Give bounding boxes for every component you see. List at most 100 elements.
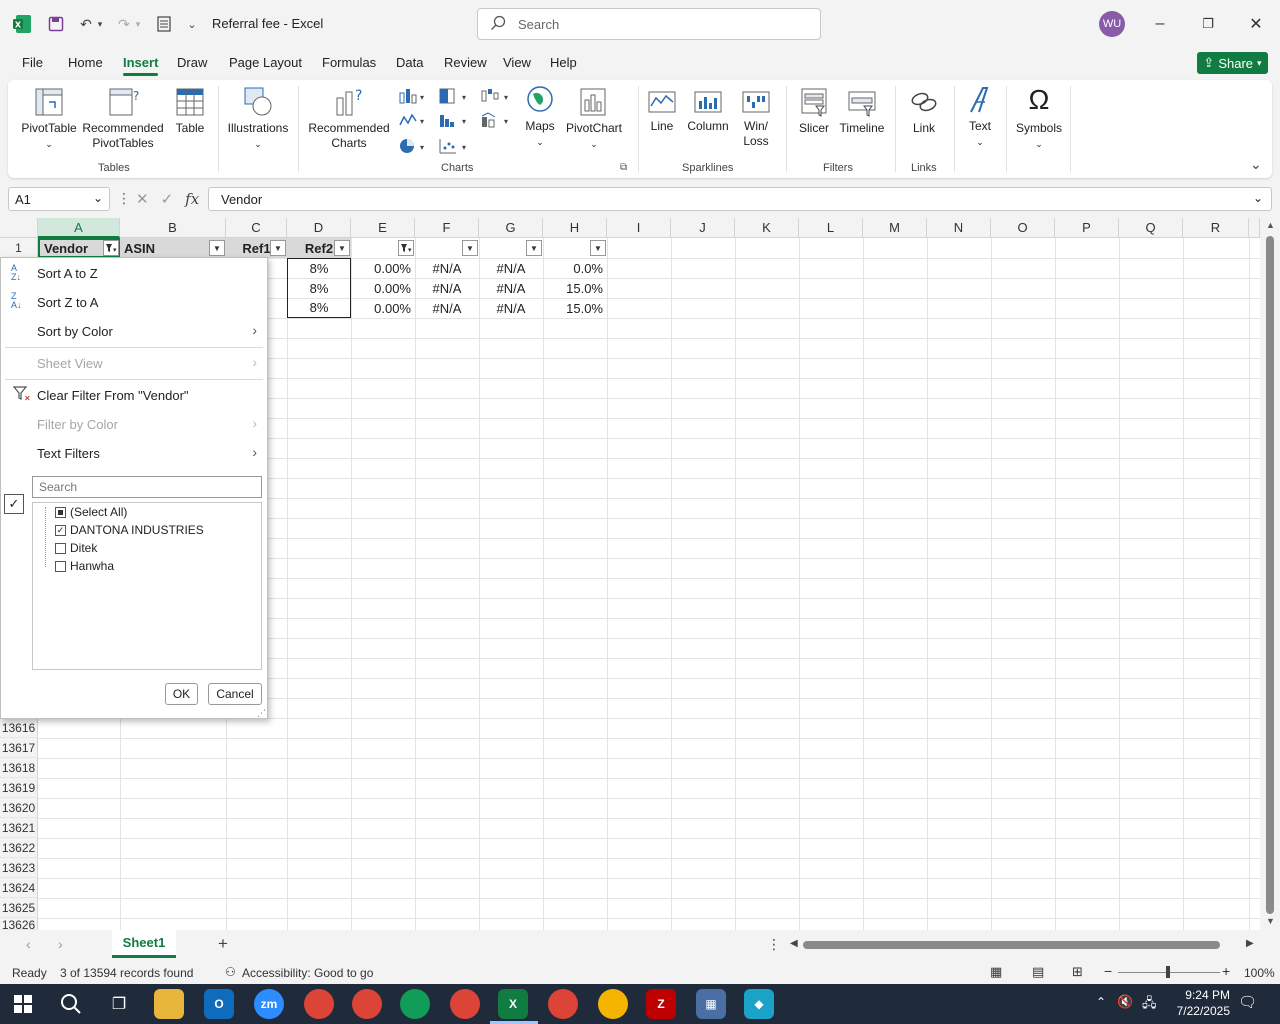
chrome-icon[interactable] <box>304 989 334 1019</box>
column-header-J[interactable]: J <box>671 218 735 238</box>
enter-icon[interactable]: ✓ <box>161 190 174 208</box>
link-button[interactable]: Link <box>902 86 946 136</box>
minimize-icon[interactable]: – <box>1148 12 1172 36</box>
restore-icon[interactable]: ❐ <box>1196 12 1220 36</box>
sort-a-to-z[interactable]: Sort A to Z <box>37 266 98 281</box>
cell-E[interactable]: 0.00% <box>351 278 415 298</box>
tab-view[interactable]: View <box>503 55 531 70</box>
tab-insert[interactable]: Insert <box>123 55 158 70</box>
row-header[interactable]: 13626 <box>0 918 38 930</box>
filezilla-icon[interactable]: Z <box>646 989 676 1019</box>
tab-formulas[interactable]: Formulas <box>322 55 376 70</box>
formula-input[interactable]: Vendor ⌄ <box>208 187 1272 211</box>
list-item[interactable]: ✓ DANTONA INDUSTRIES <box>55 523 204 537</box>
cell-G[interactable]: #N/A <box>479 278 543 298</box>
avatar[interactable]: WU <box>1099 11 1125 37</box>
column-header-C[interactable]: C <box>226 218 287 238</box>
name-box[interactable]: A1 ⌄ <box>8 187 110 211</box>
chrome-icon[interactable] <box>400 989 430 1019</box>
hierarchy-chart-icon[interactable]: ▾ <box>438 86 468 106</box>
collapse-ribbon-icon[interactable]: ⌄ <box>1250 156 1262 173</box>
illustrations-button[interactable]: Illustrations ⌄ <box>224 84 292 152</box>
scroll-left-icon[interactable]: ◀ <box>790 938 798 949</box>
column-header-L[interactable]: L <box>799 218 863 238</box>
taskbar-clock[interactable]: 9:24 PM 7/22/2025 <box>1164 987 1230 1019</box>
tab-help[interactable]: Help <box>550 55 577 70</box>
add-sheet-icon[interactable]: + <box>218 934 228 954</box>
cell-G[interactable]: #N/A <box>479 258 543 278</box>
row-header[interactable]: 13621 <box>0 818 38 838</box>
cell-D[interactable]: 8% <box>287 278 351 298</box>
share-button[interactable]: ⇪ Share ▾ <box>1197 52 1268 74</box>
sparkline-winloss-button[interactable]: Win/ Loss <box>736 88 776 149</box>
symbols-button[interactable]: Ω Symbols ⌄ <box>1012 84 1066 152</box>
column-header-O[interactable]: O <box>991 218 1055 238</box>
search-icon[interactable] <box>56 989 86 1019</box>
prev-sheet-icon[interactable]: ‹ <box>26 936 31 952</box>
task-view-icon[interactable]: ❐ <box>104 989 134 1019</box>
column-header-N[interactable]: N <box>927 218 991 238</box>
sheet-tab-sheet1[interactable]: Sheet1 <box>112 930 176 958</box>
column-header-D[interactable]: D <box>287 218 351 238</box>
dialog-launcher-icon[interactable]: ⧉ <box>620 162 627 173</box>
sort-by-color[interactable]: Sort by Color <box>37 324 113 339</box>
windows-start-icon[interactable] <box>8 989 38 1019</box>
cell-E[interactable]: 0.00% <box>351 258 415 278</box>
column-header-M[interactable]: M <box>863 218 927 238</box>
column-header-R[interactable]: R <box>1183 218 1249 238</box>
text-button[interactable]: Text ⌄ <box>960 84 1000 150</box>
waterfall-chart-icon[interactable]: ▾ <box>480 86 510 106</box>
tab-page-layout[interactable]: Page Layout <box>229 55 302 70</box>
clear-filter[interactable]: Clear Filter From "Vendor" <box>37 388 189 403</box>
recommended-pivottables-button[interactable]: ? Recommended PivotTables <box>82 86 164 151</box>
tab-file[interactable]: File <box>22 55 43 70</box>
calculator-icon[interactable]: ▦ <box>696 989 726 1019</box>
filter-dropdown-icon[interactable]: ▼ <box>209 240 225 256</box>
normal-view-icon[interactable]: ▦ <box>990 964 1002 980</box>
scatter-chart-icon[interactable]: ▾ <box>438 136 468 156</box>
zoom-out-icon[interactable]: − <box>1104 963 1112 979</box>
cell-F[interactable]: #N/A <box>415 258 479 278</box>
cell-F[interactable]: #N/A <box>415 278 479 298</box>
chrome-icon[interactable] <box>450 989 480 1019</box>
pivotchart-button[interactable]: PivotChart ⌄ <box>564 86 624 152</box>
pie-chart-icon[interactable]: ▾ <box>398 136 428 156</box>
filter-dropdown-icon[interactable]: ▼ <box>590 240 606 256</box>
expand-formula-icon[interactable]: ⌄ <box>1253 191 1263 205</box>
chrome-icon[interactable] <box>352 989 382 1019</box>
timeline-button[interactable]: Timeline <box>836 86 888 136</box>
tab-draw[interactable]: Draw <box>177 55 207 70</box>
row-header-1[interactable]: 1 <box>0 238 38 258</box>
page-layout-view-icon[interactable]: ▤ <box>1032 964 1044 980</box>
notifications-icon[interactable]: 🗨 <box>1238 993 1257 1011</box>
select-all-corner[interactable] <box>0 218 38 238</box>
filter-dropdown-icon[interactable]: ▼ <box>334 240 350 256</box>
zoom-app-icon[interactable]: zm <box>254 989 284 1019</box>
page-break-view-icon[interactable]: ⊞ <box>1072 964 1083 980</box>
filter-search-input[interactable]: Search <box>32 476 262 498</box>
chrome-icon[interactable] <box>598 989 628 1019</box>
statistic-chart-icon[interactable]: ▾ <box>438 110 468 130</box>
row-header[interactable]: 13616 <box>0 718 38 738</box>
tab-review[interactable]: Review <box>444 55 487 70</box>
filter-dropdown-icon[interactable]: ▼ <box>526 240 542 256</box>
cell-D[interactable]: 8% <box>287 258 351 278</box>
scroll-up-icon[interactable]: ▲ <box>1266 220 1275 230</box>
undo-dropdown-icon[interactable]: ▾ <box>94 12 106 36</box>
zoom-slider-handle[interactable] <box>1166 966 1170 978</box>
row-header[interactable]: 13624 <box>0 878 38 898</box>
sparkline-line-button[interactable]: Line <box>644 88 680 134</box>
scroll-right-icon[interactable]: ▶ <box>1246 938 1254 949</box>
close-icon[interactable]: ✕ <box>1244 12 1268 36</box>
vertical-scroll-thumb[interactable] <box>1266 236 1274 914</box>
combo-chart-icon[interactable]: ▾ <box>480 110 510 130</box>
maps-button[interactable]: Maps ⌄ <box>520 84 560 150</box>
cell-H[interactable]: 0.0% <box>543 258 607 278</box>
filter-active-icon[interactable]: ▾ <box>398 240 414 256</box>
insert-function-icon[interactable]: fx <box>185 190 199 208</box>
row-header[interactable]: 13623 <box>0 858 38 878</box>
cell-D[interactable]: 8% <box>287 298 351 318</box>
column-header-H[interactable]: H <box>543 218 607 238</box>
cancel-button[interactable]: Cancel <box>208 683 262 705</box>
cell-E[interactable]: 0.00% <box>351 298 415 318</box>
